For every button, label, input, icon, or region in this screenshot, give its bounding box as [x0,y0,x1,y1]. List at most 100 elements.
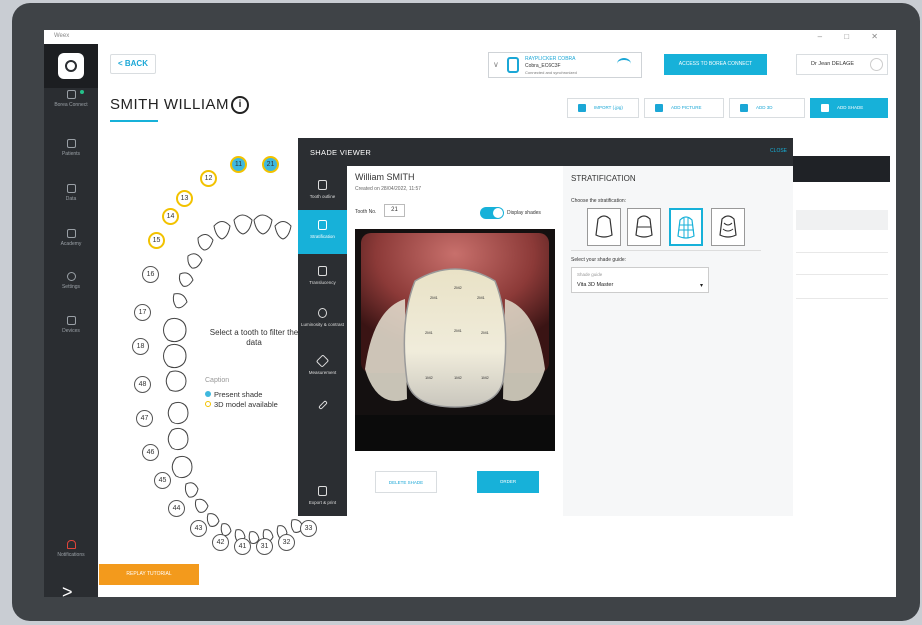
user-menu[interactable]: Dr Jean DELAGE [796,54,888,75]
import-button[interactable]: IMPORT (.jpg) [567,98,639,118]
access-borea-connect-button[interactable]: ACCESS TO BOREA CONNECT [664,54,767,75]
svg-text:2M1: 2M1 [481,330,490,335]
device-status: Connected and synchronized [525,70,577,75]
tooth-button[interactable]: 16 [142,266,159,283]
tooth-number-label: Tooth No. [355,209,377,215]
list-divider [796,252,888,253]
tooth-button[interactable]: 18 [132,338,149,355]
svg-text:1M2: 1M2 [454,375,463,380]
svg-text:2M2: 2M2 [454,285,463,290]
add-shade-label: ADD SHADE [837,105,864,110]
legend-swatch [205,401,211,407]
created-date: Created on 28/04/2022, 11:57 [355,186,422,192]
add-picture-button[interactable]: ADD PICTURE [644,98,724,118]
tooth-button[interactable]: 14 [162,208,179,225]
stratification-option[interactable] [711,208,745,246]
back-button[interactable]: < BACK [110,54,156,74]
sidebar-item-label: Borea Connect [54,102,88,108]
window-controls[interactable]: – □ ✕ [818,32,888,41]
tooth-number-field[interactable]: 21 [384,204,405,217]
tooth-button[interactable]: 48 [134,376,151,393]
device-selector[interactable]: ∨ RAYPLICKER COBRA Cobra_EC6C3F Connecte… [488,52,642,78]
delete-shade-button[interactable]: DELETE SHADE [375,471,437,493]
tooth-button[interactable]: 43 [190,520,207,537]
tool-label: Measurement [308,370,337,375]
tooth-button[interactable]: 46 [142,444,159,461]
close-button[interactable]: CLOSE [770,148,787,154]
stratification-icon [318,220,327,230]
tool-label: Stratification [310,234,335,239]
download-icon [578,104,586,112]
import-label: IMPORT (.jpg) [594,105,623,110]
list-divider [796,274,888,275]
sidebar-item-label: Data [65,196,77,202]
add-shade-button[interactable]: ADD SHADE [810,98,888,118]
tooth-3d-icon [740,104,748,112]
info-icon[interactable]: i [231,96,249,114]
bell-icon [66,540,76,549]
stratification-option[interactable] [627,208,661,246]
sidebar-item-borea-connect[interactable]: Borea Connect [44,90,98,108]
tool-label: Tooth outline [309,194,336,199]
tooth-button[interactable]: 42 [212,534,229,551]
expand-sidebar-icon[interactable]: > [62,582,73,597]
stratification-panel: STRATIFICATION Choose the stratification… [563,166,793,516]
tooth-button[interactable]: 45 [154,472,171,489]
translucency-icon [318,266,327,276]
stratification-option-selected[interactable] [669,208,703,246]
order-button[interactable]: ORDER [477,471,539,493]
shade-viewer-header: SHADE VIEWER CLOSE [298,138,793,166]
stratification-option[interactable] [587,208,621,246]
shade-icon [821,104,829,112]
shade-guide-select[interactable]: Shade guide Vita 3D Master ▾ [571,267,709,293]
shade-viewer-modal: SHADE VIEWER CLOSE Tooth outline Stratif… [298,138,793,516]
tooth-button[interactable]: 31 [256,538,273,555]
app-window: Weex – □ ✕ Borea Connect Patients Data A… [44,30,896,597]
tool-measurement[interactable]: Measurement [298,354,347,375]
tool-translucency[interactable]: Translucency [298,266,347,285]
shade-list-row[interactable] [796,210,888,230]
device-name: RAYPLICKER COBRA [525,56,576,62]
tool-draw[interactable] [298,400,347,414]
pen-icon [317,400,328,410]
academy-icon [66,229,76,238]
svg-text:2M1: 2M1 [454,328,463,333]
divider [571,250,761,251]
tooth-button[interactable]: 11 [230,156,247,173]
sidebar-item-patients[interactable]: Patients [44,139,98,157]
stratification-title: STRATIFICATION [571,174,636,183]
sidebar-item-academy[interactable]: Academy [44,229,98,247]
tool-luminosity[interactable]: Luminosity & contrast [298,308,347,327]
tooth-button[interactable]: 47 [136,410,153,427]
tooth-button[interactable]: 17 [134,304,151,321]
tooth-button[interactable]: 21 [262,156,279,173]
sidebar-item-devices[interactable]: Devices [44,316,98,334]
tooth-button[interactable]: 12 [200,170,217,187]
app-title: Weex [54,33,70,39]
app-logo[interactable] [58,53,84,79]
svg-text:2M1: 2M1 [477,295,486,300]
tooth-button[interactable]: 15 [148,232,165,249]
tooth-button[interactable]: 33 [300,520,317,537]
tooth-button[interactable]: 32 [278,534,295,551]
title-bar: Weex – □ ✕ [44,30,896,44]
sidebar-item-data[interactable]: Data [44,184,98,202]
tooth-photo[interactable]: 2M1 2M2 2M1 2M1 2M1 2M1 1M2 1M2 1M2 [355,229,555,451]
tooth-button[interactable]: 41 [234,538,251,555]
device-serial: Cobra_EC6C3F [525,63,561,69]
tooth-grid-layer-icon [677,216,695,239]
add-3d-button[interactable]: ADD 3D [729,98,805,118]
tooth-button[interactable]: 44 [168,500,185,517]
tool-tooth-outline[interactable]: Tooth outline [298,180,347,199]
sidebar-item-notifications[interactable]: Notifications [44,540,98,558]
tool-export-print[interactable]: Export & print [298,486,347,505]
display-shades-toggle[interactable] [480,207,504,219]
sidebar-item-settings[interactable]: Settings [44,272,98,290]
tool-panel: Tooth outline Stratification Translucenc… [298,166,347,516]
shade-list-header [786,156,890,182]
replay-tutorial-button[interactable]: REPLAY TUTORIAL [99,564,199,585]
shade-guide-value: Vita 3D Master [577,282,614,288]
svg-text:2M1: 2M1 [425,330,434,335]
tool-stratification[interactable]: Stratification [298,210,347,254]
tooth-button[interactable]: 13 [176,190,193,207]
